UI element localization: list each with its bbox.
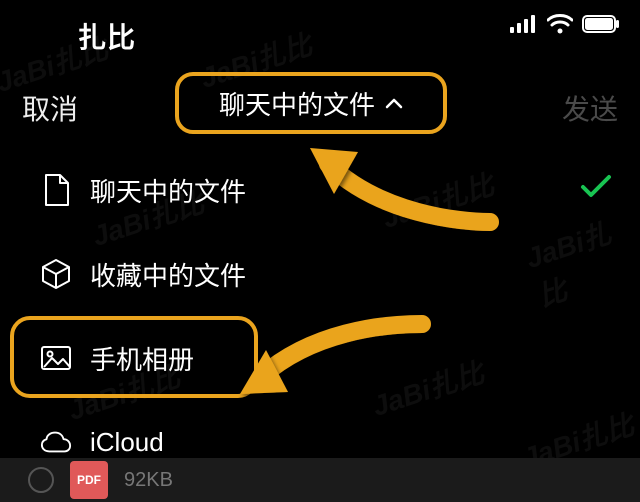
file-row[interactable]: PDF 92KB [0,458,640,502]
photo-icon [40,345,72,371]
source-item-label: 手机相册 [90,340,194,377]
cellular-icon [510,15,538,33]
source-dropdown-label: 聊天中的文件 [219,85,375,122]
source-item-label: iCloud [90,427,164,458]
file-icon [40,174,72,206]
source-item-favorites[interactable]: 收藏中的文件 [0,232,640,316]
source-item-label: 聊天中的文件 [90,172,246,209]
source-item-label: 收藏中的文件 [90,256,246,293]
nav-bar: 取消 聊天中的文件 发送 [0,72,640,136]
cube-icon [40,258,72,290]
source-item-photo-album[interactable]: 手机相册 [0,316,640,400]
status-icons [510,14,620,34]
status-title: 扎比 [78,16,136,56]
battery-icon [582,15,620,33]
cloud-icon [40,430,72,454]
status-bar: 扎比 [0,0,640,54]
file-size: 92KB [124,469,173,492]
source-list: 聊天中的文件 收藏中的文件 [0,148,640,484]
chevron-up-icon [385,97,403,109]
pdf-icon: PDF [70,461,108,499]
wifi-icon [547,14,573,34]
checkmark-icon [580,174,612,207]
source-item-chat-files[interactable]: 聊天中的文件 [0,148,640,232]
screen: JaBi扎比 JaBi扎比 JaBi扎比 JaBi扎比 JaBi扎比 JaBi扎… [0,0,640,502]
source-dropdown[interactable]: 聊天中的文件 [175,72,447,134]
send-button[interactable]: 发送 [562,88,618,128]
select-radio[interactable] [28,467,54,493]
cancel-button[interactable]: 取消 [22,88,78,128]
